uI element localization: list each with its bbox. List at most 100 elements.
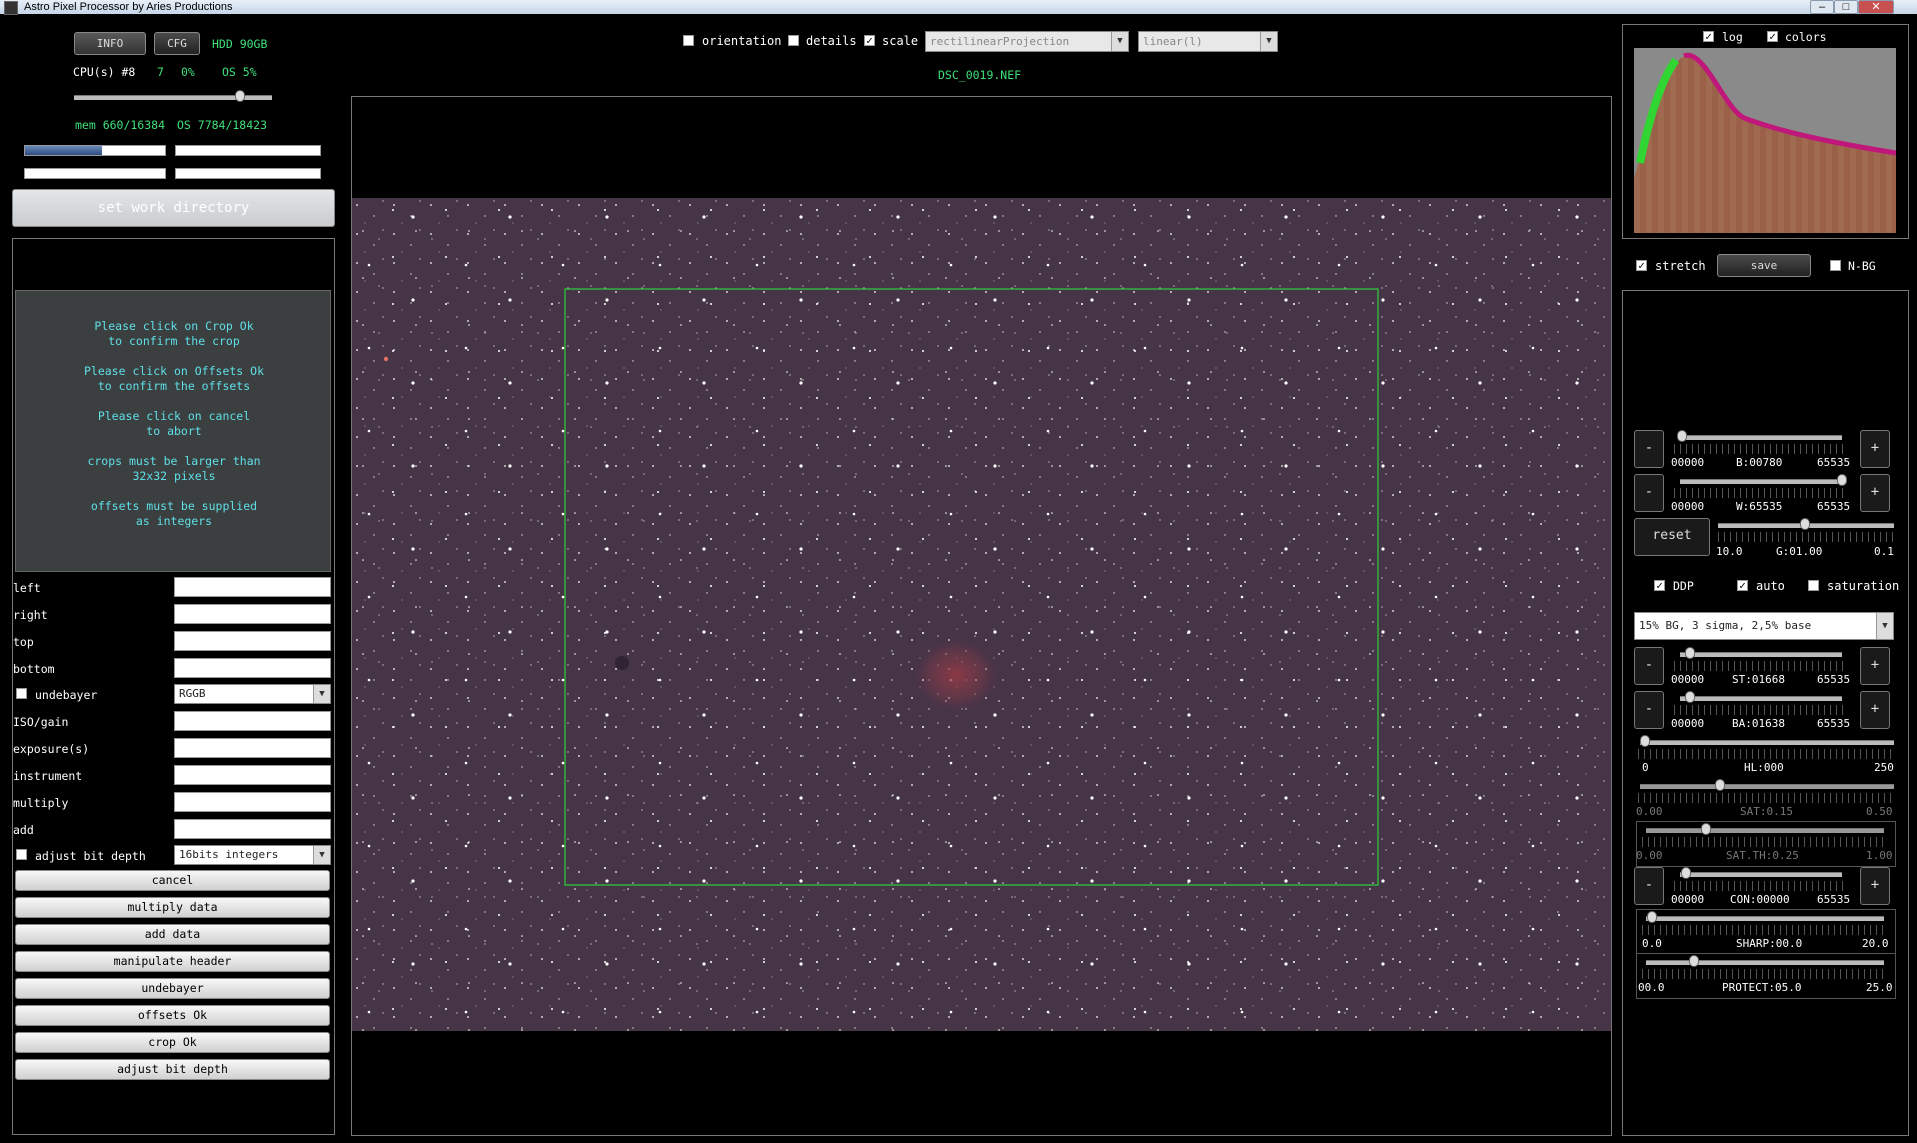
ba-min: 00000 (1671, 717, 1705, 730)
undebayer-checkbox[interactable] (16, 688, 27, 699)
hdd-status: HDD 90GB (212, 37, 268, 51)
cancel-button[interactable]: cancel (15, 870, 330, 891)
protect-slider-knob[interactable] (1688, 955, 1699, 967)
chevron-down-icon: ▼ (1111, 32, 1128, 51)
con-slider-knob[interactable] (1681, 867, 1691, 879)
image-viewer[interactable] (351, 96, 1612, 1136)
cpu-percent: 0% (181, 65, 195, 79)
cfg-button[interactable]: CFG (154, 32, 200, 55)
b-slider-knob[interactable] (1676, 430, 1687, 442)
cpu-threads-knob[interactable] (235, 90, 245, 102)
message-cancel: Please click on cancel to abort (97, 409, 251, 438)
sat-slider[interactable] (1640, 784, 1894, 789)
undebayer-select[interactable]: RGGB ▼ (174, 684, 331, 704)
b-slider[interactable] (1680, 435, 1842, 440)
iso-input[interactable] (174, 711, 331, 731)
w-min: 00000 (1671, 500, 1705, 513)
bottom-input[interactable] (174, 658, 331, 678)
b-value: B:00780 (1736, 456, 1783, 469)
exposure-input[interactable] (174, 738, 331, 758)
con-minus-button[interactable]: - (1634, 867, 1664, 905)
multiply-input[interactable] (174, 792, 331, 812)
con-plus-button[interactable]: + (1860, 867, 1890, 905)
details-label: details (806, 34, 857, 48)
w-slider-knob[interactable] (1837, 474, 1847, 486)
ba-minus-button[interactable]: - (1634, 691, 1664, 729)
manipulate-header-button[interactable]: manipulate header (15, 951, 330, 972)
w-plus-button[interactable]: + (1860, 474, 1890, 512)
saturation-checkbox[interactable] (1808, 580, 1819, 591)
sharp-slider[interactable] (1646, 916, 1884, 921)
chevron-down-icon: ▼ (1260, 32, 1277, 51)
st-slider-ticks (1674, 661, 1848, 671)
close-button[interactable]: ✕ (1858, 0, 1894, 14)
bit-depth-select[interactable]: 16bits integers ▼ (174, 845, 331, 865)
save-button[interactable]: save (1717, 254, 1811, 277)
add-input[interactable] (174, 819, 331, 839)
con-slider[interactable] (1680, 872, 1842, 877)
sat-slider-knob[interactable] (1714, 779, 1725, 791)
title-bar: Astro Pixel Processor by Aries Productio… (0, 0, 1917, 15)
sat-th-slider[interactable] (1646, 828, 1884, 833)
b-minus-button[interactable]: - (1634, 430, 1664, 468)
sharp-slider-knob[interactable] (1647, 911, 1657, 923)
ba-slider[interactable] (1680, 696, 1842, 701)
hl-slider-knob[interactable] (1640, 735, 1650, 747)
ba-plus-button[interactable]: + (1860, 691, 1890, 729)
add-data-button[interactable]: add data (15, 924, 330, 945)
auto-checkbox[interactable]: ✓ (1737, 580, 1748, 591)
os-memory-progress (175, 145, 321, 156)
left-input[interactable] (174, 577, 331, 597)
st-slider[interactable] (1680, 652, 1842, 657)
adjust-bit-depth-checkbox[interactable] (16, 849, 27, 860)
os-percent: OS 5% (222, 65, 257, 79)
g-slider-knob[interactable] (1800, 518, 1810, 530)
bottom-label: bottom (13, 662, 55, 676)
sat-th-min: 0.00 (1636, 849, 1663, 862)
ba-slider-knob[interactable] (1684, 691, 1695, 703)
right-input[interactable] (174, 604, 331, 624)
chevron-down-icon: ▼ (313, 685, 330, 703)
stretch-mode-select[interactable]: linear(l) ▼ (1138, 31, 1278, 52)
b-max: 65535 (1817, 456, 1851, 469)
instrument-label: instrument (13, 769, 83, 783)
adjust-bit-depth-button[interactable]: adjust bit depth (15, 1059, 330, 1080)
orientation-checkbox[interactable] (683, 35, 694, 46)
instrument-input[interactable] (174, 765, 331, 785)
protect-slider[interactable] (1646, 960, 1884, 965)
g-min: 10.0 (1716, 545, 1743, 558)
sat-th-slider-knob[interactable] (1700, 823, 1711, 835)
stretch-checkbox[interactable]: ✓ (1636, 260, 1647, 271)
top-input[interactable] (174, 631, 331, 651)
log-label: log (1722, 30, 1743, 44)
ddp-preset-select[interactable]: 15% BG, 3 sigma, 2,5% base ▼ (1634, 612, 1894, 640)
astro-image[interactable] (352, 198, 1611, 1031)
n-bg-checkbox[interactable] (1830, 260, 1841, 271)
offsets-ok-button[interactable]: offsets Ok (15, 1005, 330, 1026)
colors-checkbox[interactable]: ✓ (1767, 31, 1778, 42)
scale-checkbox[interactable]: ✓ (864, 35, 875, 46)
w-slider[interactable] (1680, 479, 1842, 484)
b-plus-button[interactable]: + (1860, 430, 1890, 468)
minimize-button[interactable]: – (1810, 0, 1834, 14)
maximize-button[interactable]: □ (1834, 0, 1858, 14)
st-minus-button[interactable]: - (1634, 647, 1664, 685)
details-checkbox[interactable] (788, 35, 799, 46)
multiply-data-button[interactable]: multiply data (15, 897, 330, 918)
log-checkbox[interactable]: ✓ (1703, 31, 1714, 42)
ddp-checkbox[interactable]: ✓ (1654, 580, 1665, 591)
info-button[interactable]: INFO (74, 32, 146, 55)
sharp-slider-ticks (1642, 925, 1888, 935)
reset-button[interactable]: reset (1634, 518, 1710, 556)
undebayer-button[interactable]: undebayer (15, 978, 330, 999)
b-slider-ticks (1674, 444, 1848, 454)
projection-select[interactable]: rectilinearProjection ▼ (925, 31, 1129, 52)
st-plus-button[interactable]: + (1860, 647, 1890, 685)
dust-spot (615, 656, 629, 670)
hl-slider[interactable] (1640, 740, 1894, 745)
w-minus-button[interactable]: - (1634, 474, 1664, 512)
crop-ok-button[interactable]: crop Ok (15, 1032, 330, 1053)
set-work-directory-button[interactable]: set work directory (12, 189, 335, 227)
st-slider-knob[interactable] (1684, 647, 1695, 659)
b-min: 00000 (1671, 456, 1705, 469)
